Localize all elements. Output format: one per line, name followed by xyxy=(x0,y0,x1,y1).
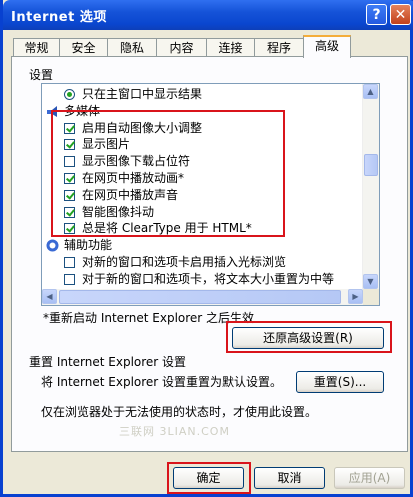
settings-label: 设置 xyxy=(29,68,54,82)
reset-note: 仅在浏览器处于无法使用的状态时，才使用此设置。 xyxy=(41,405,318,419)
radio-button[interactable] xyxy=(64,89,75,100)
horizontal-scroll-thumb[interactable] xyxy=(59,290,341,304)
help-button[interactable]: ? xyxy=(366,4,387,25)
item-label: 只在主窗口中显示结果 xyxy=(82,87,203,101)
scroll-down-icon[interactable]: ▼ xyxy=(363,274,378,289)
window-title: Internet 选项 xyxy=(11,10,107,25)
tab-2[interactable]: 隐私 xyxy=(107,38,157,56)
vertical-scrollbar[interactable]: ▲ ▼ xyxy=(362,84,379,289)
reset-description: 将 Internet Explorer 设置重置为默认设置。 xyxy=(41,375,283,389)
cancel-button[interactable]: 取消 xyxy=(254,467,325,489)
tab-0[interactable]: 常规 xyxy=(13,38,60,56)
list-item[interactable]: 对于新的窗口和选项卡，将文本大小重置为中等 xyxy=(42,271,362,288)
apply-button[interactable]: 应用(A) xyxy=(334,467,405,489)
horizontal-scrollbar[interactable]: ◀ ▶ xyxy=(42,289,363,305)
tab-1[interactable]: 安全 xyxy=(59,38,108,56)
item-label: 对新的窗口和选项卡启用插入光标浏览 xyxy=(82,255,287,269)
scroll-left-icon[interactable]: ◀ xyxy=(42,289,57,304)
dialog-window: Internet 选项 ? ✕ 常规 安全 隐私 内容 连接 程序 高级 设置 只在主窗口中… xyxy=(0,0,413,497)
list-item[interactable]: 对新的窗口和选项卡启用插入光标浏览 xyxy=(42,254,362,271)
watermark: 三联网 3LIAN.COM xyxy=(119,425,230,438)
title-bar[interactable]: Internet 选项 ? ✕ xyxy=(3,0,413,30)
close-button[interactable]: ✕ xyxy=(390,4,411,25)
tab-5[interactable]: 程序 xyxy=(254,38,304,56)
scroll-right-icon[interactable]: ▶ xyxy=(348,289,363,304)
reset-group-title: 重置 Internet Explorer 设置 xyxy=(29,355,187,369)
tab-3[interactable]: 内容 xyxy=(156,38,207,56)
checkbox[interactable] xyxy=(64,257,75,268)
item-label: 对于新的窗口和选项卡，将文本大小重置为中等 xyxy=(82,271,335,286)
category-row: 辅助功能 xyxy=(42,237,362,254)
ok-highlight-box xyxy=(167,462,251,494)
checkbox[interactable] xyxy=(64,273,75,285)
item-label: 辅助功能 xyxy=(64,238,113,253)
tab-4[interactable]: 连接 xyxy=(206,38,255,56)
restore-highlight-box xyxy=(226,321,392,353)
vertical-scroll-thumb[interactable] xyxy=(364,154,378,176)
multimedia-highlight-box xyxy=(51,110,285,237)
list-item[interactable]: 只在主窗口中显示结果 xyxy=(42,86,362,103)
scrollbar-corner xyxy=(363,289,379,305)
reset-button[interactable]: 重置(S)... xyxy=(296,371,384,393)
scroll-up-icon[interactable]: ▲ xyxy=(363,84,378,99)
restart-note: *重新启动 Internet Explorer 之后生效 xyxy=(43,311,255,325)
accessibility-icon xyxy=(46,239,59,252)
tab-6[interactable]: 高级 xyxy=(303,35,351,58)
